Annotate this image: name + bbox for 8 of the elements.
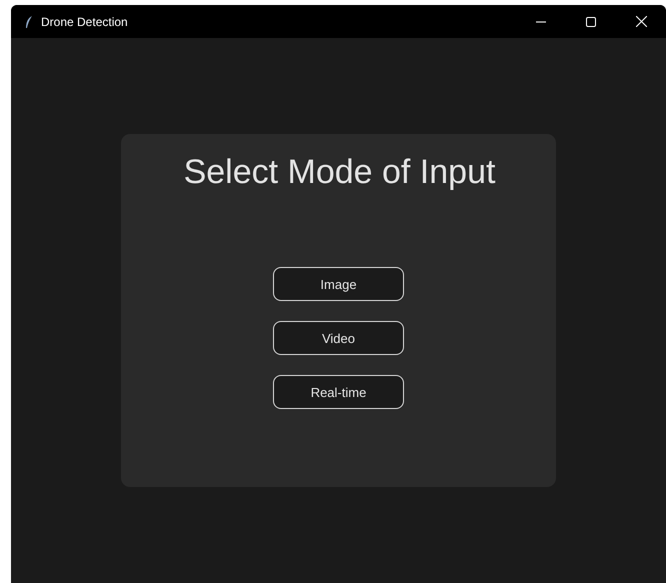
- feather-icon: [25, 16, 33, 28]
- heading: Select Mode of Input: [184, 152, 496, 192]
- mode-button[interactable]: Video: [273, 321, 404, 355]
- mode-button[interactable]: Real-time: [273, 375, 404, 409]
- close-icon: [636, 16, 646, 27]
- mode-button[interactable]: Image: [273, 267, 404, 301]
- window-title: Drone Detection: [41, 14, 129, 28]
- maximize-icon: [586, 16, 596, 26]
